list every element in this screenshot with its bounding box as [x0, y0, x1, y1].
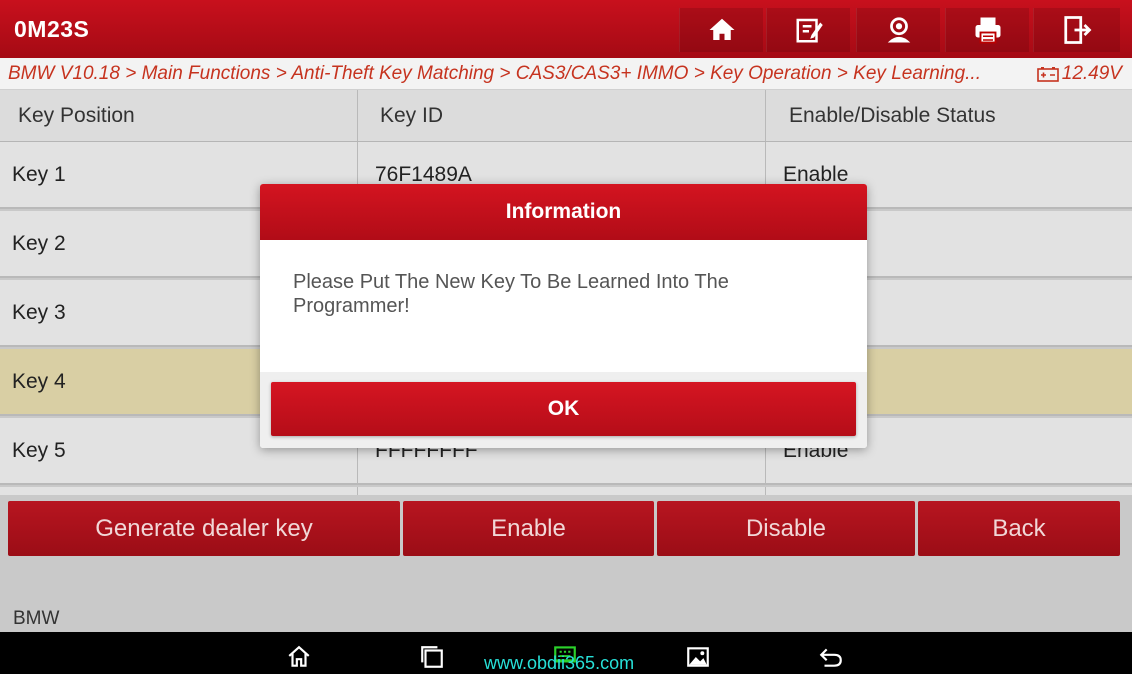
dialog-title: Information	[260, 184, 867, 240]
watermark-text: www.obdii365.com	[484, 653, 635, 673]
nav-home-icon[interactable]	[284, 644, 314, 670]
nav-gallery-icon[interactable]	[683, 644, 713, 670]
dialog-message: Please Put The New Key To Be Learned Int…	[293, 271, 729, 317]
nav-back-icon[interactable]	[816, 644, 846, 670]
nav-recents-icon[interactable]	[417, 644, 447, 670]
ok-button[interactable]: OK	[271, 382, 856, 436]
information-dialog: Information Please Put The New Key To Be…	[260, 184, 867, 448]
